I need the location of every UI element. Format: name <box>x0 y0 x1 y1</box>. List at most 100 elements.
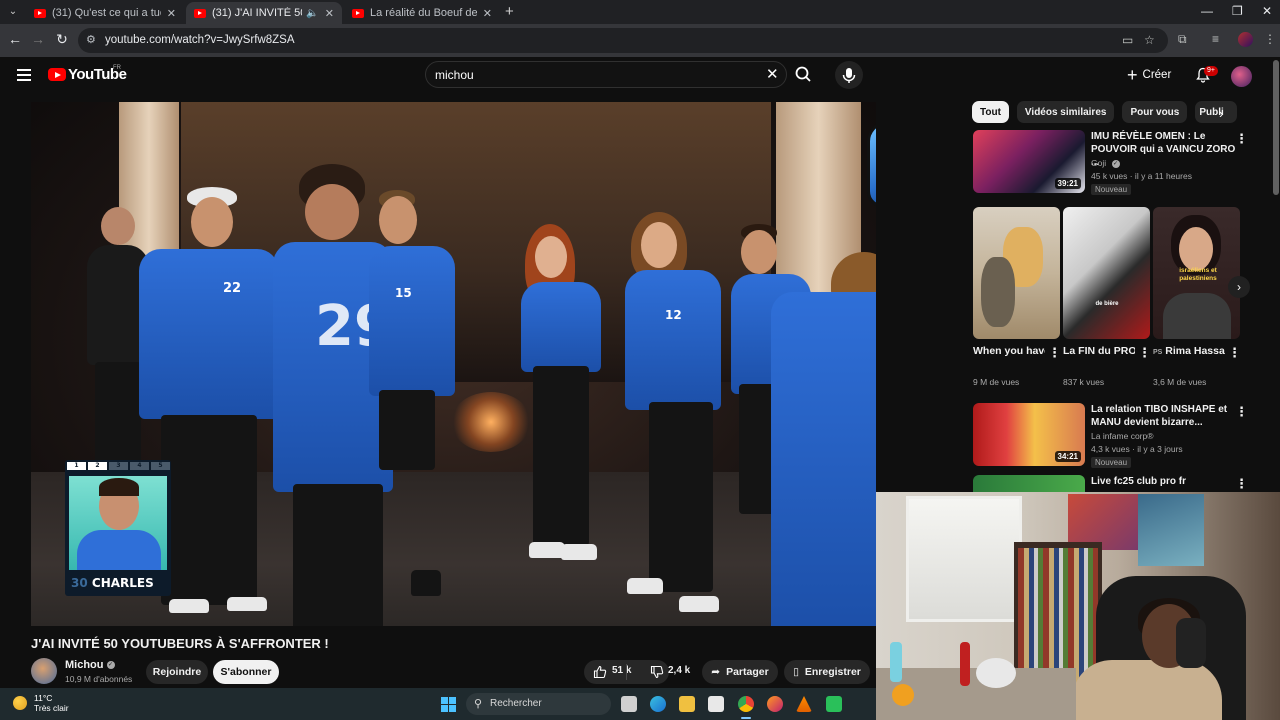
address-bar[interactable]: ⚙ youtube.com/watch?v=JwySrfw8ZSA ▭ ☆ <box>78 28 1168 53</box>
video-duration: 39:21 <box>1054 178 1081 189</box>
forward-arrow-icon[interactable]: → <box>28 31 48 47</box>
weather-temperature: 11°C <box>34 693 53 703</box>
save-label: Enregistrer <box>804 666 861 678</box>
chip-for-you[interactable]: Pour vous <box>1122 101 1188 123</box>
page-scrollbar[interactable] <box>1273 60 1279 195</box>
save-playlist-icon: ▯ <box>793 666 799 678</box>
card-step: 5 <box>151 462 170 470</box>
recommendation-item[interactable]: 39:21 IMU RÉVÈLE OMEN : Le POUVOIR qui a… <box>973 130 1263 196</box>
like-count[interactable]: 51 k <box>612 665 631 676</box>
short-title[interactable]: When you have both a... <box>973 345 1045 357</box>
video-thumbnail[interactable] <box>973 475 1085 493</box>
vlc-icon[interactable] <box>796 696 812 712</box>
chip-published[interactable]: Publi <box>1195 101 1238 123</box>
webcam-person-body <box>1072 660 1222 720</box>
short-views: 837 k vues <box>1063 377 1105 387</box>
store-icon[interactable] <box>708 696 724 712</box>
jersey-number: 22 <box>223 281 242 296</box>
hamburger-menu-icon[interactable] <box>17 69 31 81</box>
more-actions-icon[interactable]: ⋮ <box>1235 405 1248 418</box>
short-thumbnail[interactable]: de bière <box>1063 207 1150 339</box>
card-step: 3 <box>109 462 128 470</box>
verified-check-icon: ✓ <box>1111 159 1120 168</box>
short-thumbnail[interactable] <box>973 207 1060 339</box>
more-actions-icon[interactable]: ⋮ <box>1138 346 1151 359</box>
shorts-next-arrow-icon[interactable]: › <box>1228 276 1250 298</box>
close-window-icon[interactable]: ✕ <box>1262 4 1272 18</box>
tab-close-icon[interactable]: ✕ <box>325 7 334 20</box>
join-button[interactable]: Rejoindre <box>146 660 208 684</box>
tab-close-icon[interactable]: ✕ <box>483 7 492 20</box>
share-label: Partager <box>726 666 769 678</box>
app-icon[interactable] <box>826 696 842 712</box>
account-avatar[interactable] <box>1231 66 1252 87</box>
channel-name[interactable]: La infame corp® <box>1091 431 1154 441</box>
tab-close-icon[interactable]: ✕ <box>167 7 176 20</box>
speaker-icon[interactable]: 🔈 <box>306 8 318 19</box>
install-app-icon[interactable]: ▭ <box>1122 33 1133 47</box>
channel-name[interactable]: Goji ✓ <box>1091 158 1120 168</box>
youtube-logo-icon[interactable] <box>48 68 66 81</box>
search-button[interactable] <box>788 61 818 88</box>
subscribe-button[interactable]: S'abonner <box>213 660 279 684</box>
task-view-icon[interactable] <box>621 696 637 712</box>
extensions-icon[interactable]: ⧉ <box>1178 32 1187 47</box>
more-actions-icon[interactable]: ⋮ <box>1235 132 1248 145</box>
create-button[interactable]: + Créer <box>1127 63 1171 87</box>
video-thumbnail[interactable]: 39:21 <box>973 130 1085 193</box>
search-input[interactable]: michou ✕ <box>425 61 787 88</box>
more-actions-icon[interactable]: ⋮ <box>1048 346 1061 359</box>
thumbs-up-icon[interactable] <box>593 665 607 679</box>
edge-browser-icon[interactable] <box>650 696 666 712</box>
video-title[interactable]: Live fc25 club pro fr <box>1091 475 1241 488</box>
taskbar-search[interactable]: ⚲ Rechercher <box>466 693 611 715</box>
short-views: 3,6 M de vues <box>1153 377 1207 387</box>
media-control-icon[interactable]: ≡ <box>1212 32 1219 46</box>
chip-related[interactable]: Vidéos similaires <box>1016 101 1115 123</box>
chip-all[interactable]: Tout <box>972 101 1009 123</box>
profile-avatar-icon[interactable] <box>1238 32 1253 47</box>
firefox-icon[interactable] <box>767 696 783 712</box>
video-title[interactable]: La relation TIBO INSHAPE et MANU devient… <box>1091 403 1241 429</box>
channel-name[interactable]: Michou ✓ <box>65 659 115 671</box>
back-arrow-icon[interactable]: ← <box>5 31 25 47</box>
short-title[interactable]: PS Rima Hassan ... <box>1153 345 1225 357</box>
contestant-name: 30 CHARLES <box>71 576 154 590</box>
dislike-button[interactable]: 2,4 k <box>648 660 694 684</box>
short-thumbnail[interactable]: israéliens et palestiniens <box>1153 207 1240 339</box>
video-thumbnail[interactable]: 34:21 <box>973 403 1085 466</box>
browser-menu-icon[interactable]: ⋮ <box>1264 32 1276 46</box>
site-settings-icon[interactable]: ⚙ <box>86 34 99 47</box>
tab-search-chevron-icon[interactable]: ⌄ <box>4 3 22 21</box>
short-views: 9 M de vues <box>973 377 1020 387</box>
browser-tab-3[interactable]: La réalité du Boeuf de Kobe jap ✕ <box>344 2 500 24</box>
maximize-icon[interactable]: ❐ <box>1232 4 1243 18</box>
save-button[interactable]: ▯ Enregistrer <box>784 660 870 684</box>
chrome-browser-icon[interactable] <box>738 696 754 712</box>
voice-search-button[interactable] <box>835 61 863 89</box>
clear-search-icon[interactable]: ✕ <box>766 65 779 83</box>
short-title[interactable]: La FIN du PROTECTE... <box>1063 345 1135 357</box>
video-player[interactable]: 22 29 15 12 1 2 3 4 5 30 CHARLES <box>31 102 876 626</box>
channel-avatar[interactable] <box>31 658 57 684</box>
create-label: Créer <box>1142 69 1172 81</box>
more-actions-icon[interactable]: ⋮ <box>1228 346 1241 359</box>
card-step: 2 <box>88 462 107 470</box>
more-actions-icon[interactable]: ⋮ <box>1235 477 1248 490</box>
browser-tab-1[interactable]: (31) Qu'est ce qui a tué le fitgam ✕ <box>26 2 184 24</box>
minimize-icon[interactable]: — <box>1201 4 1213 18</box>
chips-next-arrow-icon[interactable]: › <box>1219 106 1223 121</box>
browser-tab-2[interactable]: (31) J'AI INVITÉ 50 YOUTUB 🔈 ✕ <box>186 2 342 24</box>
weather-sun-icon[interactable] <box>13 696 27 710</box>
reload-icon[interactable]: ↻ <box>52 31 72 48</box>
bookmark-star-icon[interactable]: ☆ <box>1144 33 1155 47</box>
short-caption: israéliens et palestiniens <box>1179 267 1217 282</box>
recommendation-item[interactable]: Live fc25 club pro fr ⋮ <box>973 475 1263 493</box>
windows-start-icon[interactable] <box>441 697 456 712</box>
share-button[interactable]: ➦ Partager <box>702 660 778 684</box>
recommendation-item[interactable]: 34:21 La relation TIBO INSHAPE et MANU d… <box>973 403 1263 469</box>
country-code: FR <box>113 65 121 71</box>
file-explorer-icon[interactable] <box>679 696 695 712</box>
new-tab-button[interactable]: + <box>505 3 514 20</box>
weather-widget[interactable]: 11°C Très clair <box>34 693 69 713</box>
